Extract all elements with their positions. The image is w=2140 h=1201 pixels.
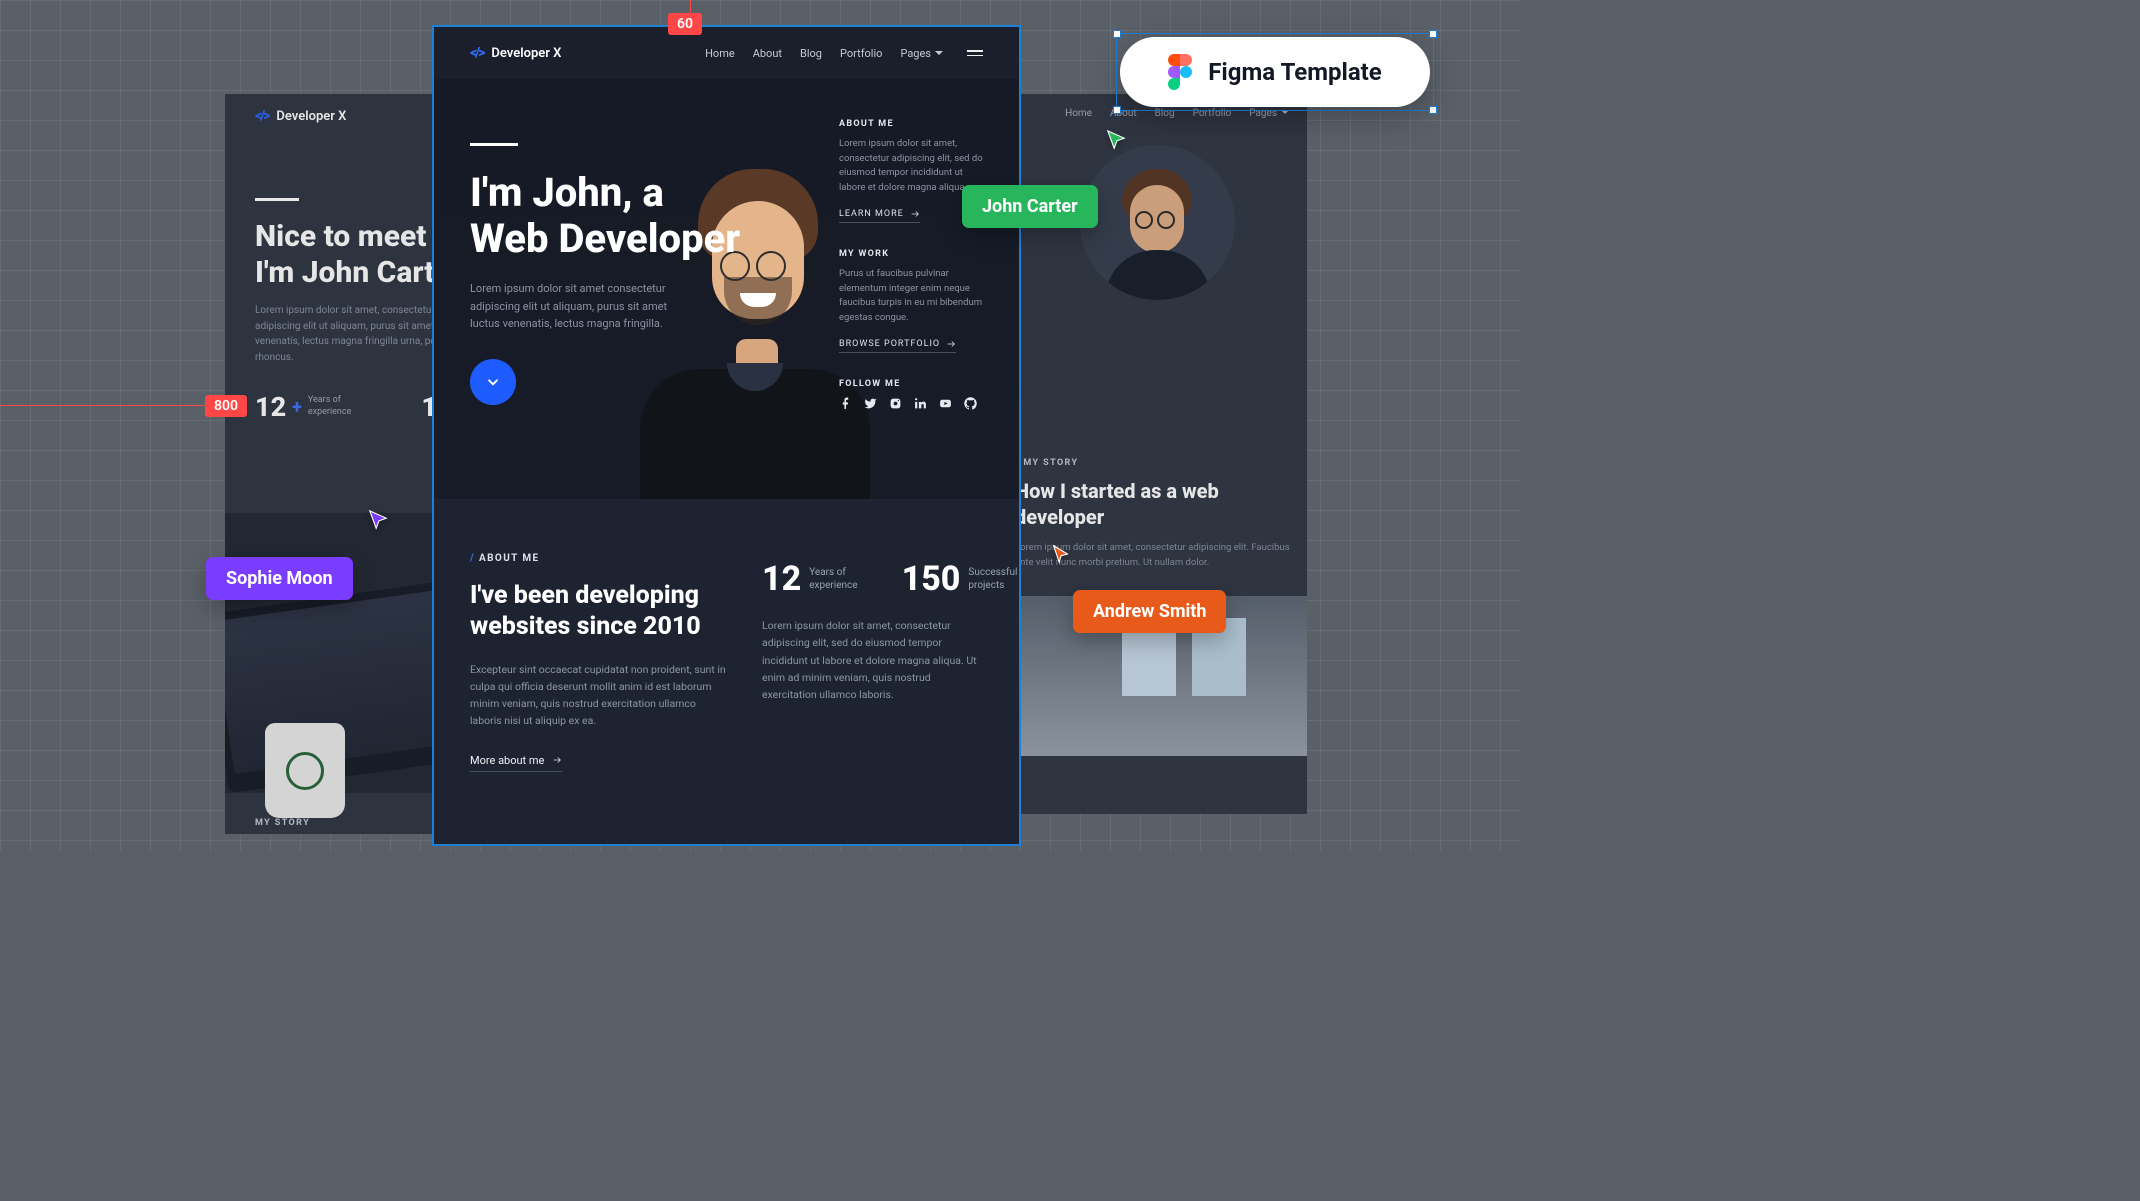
chevron-down-icon (484, 373, 502, 391)
main-selected-frame[interactable]: </> Developer X Home About Blog Portfoli… (432, 25, 1021, 846)
collaborator-label-green: John Carter (962, 185, 1098, 228)
stat-years: 12 + Years ofexperience (255, 391, 351, 423)
arrow-right-icon (552, 755, 562, 765)
nav-about[interactable]: About (1110, 108, 1137, 119)
nav-blog[interactable]: Blog (800, 47, 822, 60)
hero-subtitle: Lorem ipsum dolor sit amet consectetur a… (470, 280, 690, 333)
section-body: Excepteur sint occaecat cupidatat non pr… (470, 661, 730, 730)
avatar (1080, 145, 1235, 300)
figma-pill-label: Figma Template (1208, 58, 1382, 86)
figma-template-pill[interactable]: Figma Template (1120, 37, 1430, 107)
menu-icon[interactable] (967, 50, 983, 56)
github-icon[interactable] (964, 397, 977, 410)
about-heading: ABOUT ME (839, 119, 989, 129)
accent-bar (470, 143, 518, 146)
nav-portfolio[interactable]: Portfolio (840, 47, 882, 60)
dimension-badge-left: 800 (205, 395, 247, 417)
arrow-right-icon (946, 339, 956, 349)
learn-more-link[interactable]: LEARN MORE (839, 209, 920, 223)
nav-blog[interactable]: Blog (1155, 108, 1175, 119)
facebook-icon[interactable] (839, 397, 852, 410)
hero-section: I'm John, a Web Developer Lorem ipsum do… (434, 79, 1019, 499)
horizontal-guide (0, 405, 205, 406)
instagram-icon[interactable] (889, 397, 902, 410)
nav-home[interactable]: Home (705, 47, 735, 60)
collaborator-cursor-green (1105, 129, 1127, 155)
brand[interactable]: </> Developer X (255, 108, 346, 124)
dimension-badge-top: 60 (668, 13, 702, 35)
linkedin-icon[interactable] (914, 397, 927, 410)
nav-pages[interactable]: Pages (900, 47, 943, 60)
work-heading: MY WORK (839, 249, 989, 259)
stat-projects: 150 Successfulprojects (902, 559, 1018, 599)
collaborator-label-purple: Sophie Moon (206, 557, 353, 600)
about-section: ABOUT ME I've been developing websites s… (434, 499, 1019, 846)
section-title: I've been developing websites since 2010 (470, 580, 730, 643)
arrow-right-icon (910, 209, 920, 219)
work-text: Purus ut faucibus pulvinar elementum int… (839, 267, 989, 326)
nav-home[interactable]: Home (1065, 108, 1092, 119)
collaborator-cursor-orange (1050, 543, 1072, 569)
browse-portfolio-link[interactable]: BROWSE PORTFOLIO (839, 339, 956, 353)
brand-text: Developer X (491, 46, 561, 61)
section-kicker: ABOUT ME (470, 553, 730, 564)
section-body-right: Lorem ipsum dolor sit amet, consectetur … (762, 617, 982, 704)
follow-heading: FOLLOW ME (839, 379, 989, 389)
nav-portfolio[interactable]: Portfolio (1193, 108, 1232, 119)
accent-bar (255, 198, 299, 201)
hero-title: I'm John, a Web Developer (470, 170, 752, 262)
brand[interactable]: </> Developer X (470, 45, 561, 61)
figma-logo-icon (1168, 54, 1192, 90)
stat-years: 12 Years ofexperience (762, 559, 858, 599)
site-navbar: </> Developer X Home About Blog Portfoli… (434, 27, 1019, 79)
scroll-down-button[interactable] (470, 359, 516, 405)
collaborator-cursor-purple (367, 509, 389, 535)
nav-about[interactable]: About (753, 47, 782, 60)
collaborator-label-orange: Andrew Smith (1073, 590, 1226, 633)
brand-icon: </> (255, 108, 268, 124)
more-about-link[interactable]: More about me (470, 754, 562, 772)
caret-down-icon (1281, 110, 1289, 118)
youtube-icon[interactable] (939, 397, 952, 410)
nav-pages[interactable]: Pages (1249, 108, 1289, 119)
brand-text: Developer X (276, 109, 346, 124)
section-kicker: MY STORY (1015, 458, 1291, 468)
twitter-icon[interactable] (864, 397, 877, 410)
brand-icon: </> (470, 45, 483, 61)
caret-down-icon (935, 51, 943, 59)
section-title: How I started as a web developer (1015, 478, 1291, 530)
